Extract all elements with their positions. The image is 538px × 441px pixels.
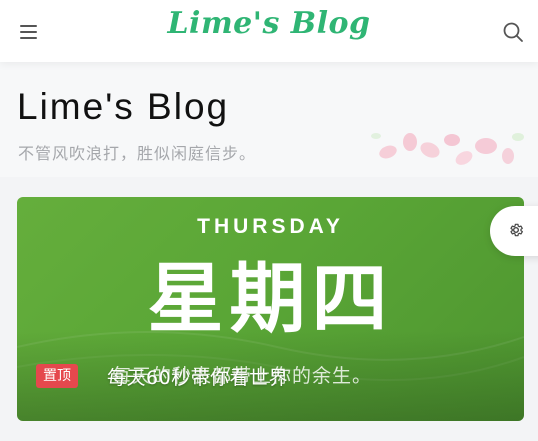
search-icon[interactable]	[502, 21, 524, 43]
featured-post-card[interactable]: THURSDAY 星期四 每天的秒表都带上你的余生。 置顶 每天60秒带你看世界	[17, 197, 524, 421]
site-subtitle: 不管风吹浪打，胜似闲庭信步。	[18, 144, 257, 163]
post-title[interactable]: 每天60秒带你看世界	[107, 363, 288, 390]
image-day-en: THURSDAY	[197, 215, 344, 238]
site-title: Lime's Blog	[17, 86, 230, 127]
pinned-badge: 置顶	[36, 364, 78, 388]
site-header: Lime's Blog 不管风吹浪打，胜似闲庭信步。	[0, 62, 538, 177]
settings-button[interactable]	[490, 206, 538, 256]
gear-icon	[510, 223, 523, 237]
top-navbar: Lime's Blog	[0, 0, 538, 62]
brand-logo[interactable]: Lime's Blog	[0, 6, 538, 41]
sakura-decoration-icon	[371, 133, 524, 165]
